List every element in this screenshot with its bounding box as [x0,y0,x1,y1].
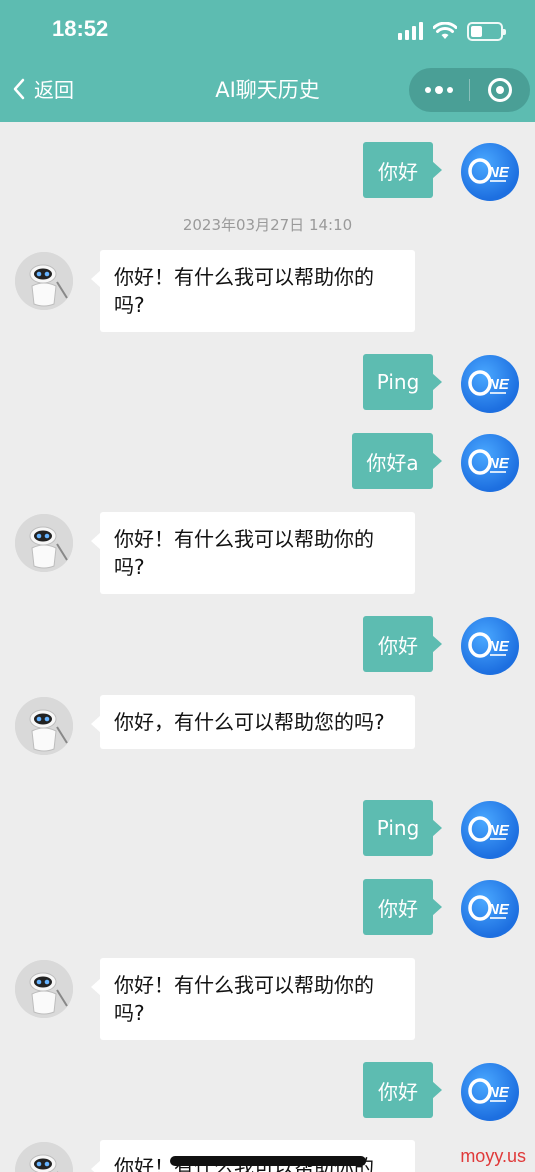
bot-message-bubble[interactable]: 你好！有什么我可以帮助你的吗? [91,512,415,594]
target-circle-icon [488,78,512,102]
signal-icon [398,22,423,40]
one-logo-icon: NE [468,895,510,921]
status-time: 18:52 [52,16,109,41]
user-message-bubble[interactable]: 你好 [363,616,442,672]
battery-icon [467,21,506,41]
back-button[interactable]: 返回 [12,74,74,103]
svg-text:NE: NE [488,638,510,655]
robot-icon [15,514,73,572]
watermark: moyy.us [460,1146,526,1166]
user-message-bubble[interactable]: 你好a [352,433,442,489]
svg-text:NE: NE [488,376,510,393]
user-message-bubble[interactable]: Ping [363,800,442,856]
user-avatar[interactable]: NE [461,143,519,201]
one-logo-icon: NE [468,370,510,396]
one-logo-icon: NE [468,632,510,658]
more-dots-icon [425,86,453,94]
user-avatar[interactable]: NE [461,1063,519,1121]
robot-icon [15,252,73,310]
one-logo-icon: NE [468,1078,510,1104]
message-timestamp: 2023年03月27日 14:10 [182,216,353,234]
robot-icon [15,697,73,755]
bot-avatar[interactable] [15,252,73,310]
svg-text:NE: NE [488,164,510,181]
status-icons [398,18,506,44]
svg-text:NE: NE [488,901,510,918]
back-label: 返回 [34,78,74,102]
chat-history[interactable]: 2023年03月27日 14:10 你好 NE 你好！有什么我可以帮助你的吗? Pin… [0,122,535,1172]
robot-icon [15,1142,73,1172]
bot-avatar[interactable] [15,697,73,755]
user-avatar[interactable]: NE [461,880,519,938]
one-logo-icon: NE [468,449,510,475]
close-miniprogram-button[interactable] [470,68,530,112]
svg-text:NE: NE [488,1084,510,1101]
user-message-bubble[interactable]: 你好 [363,879,442,935]
robot-icon [15,960,73,1018]
bot-message-bubble[interactable]: 你好！有什么我可以帮助你的吗? [91,958,415,1040]
user-avatar[interactable]: NE [461,801,519,859]
user-avatar[interactable]: NE [461,617,519,675]
top-bar: 18:52 AI聊天历史 返回 [0,0,535,122]
chevron-left-icon [13,78,25,99]
svg-text:NE: NE [488,822,510,839]
mini-program-capsule [409,68,530,112]
one-logo-icon: NE [468,158,510,184]
user-message-bubble[interactable]: 你好 [363,142,442,198]
user-message-bubble[interactable]: Ping [363,354,442,410]
bot-message-bubble[interactable]: 你好，有什么可以帮助您的吗? [91,695,415,749]
svg-text:NE: NE [488,455,510,472]
battery-fill [471,25,483,37]
redaction-mark [170,1156,366,1166]
more-button[interactable] [409,68,469,112]
bot-avatar[interactable] [15,1142,73,1172]
bot-avatar[interactable] [15,514,73,572]
one-logo-icon: NE [468,816,510,842]
wifi-icon [433,22,457,39]
user-avatar[interactable]: NE [461,434,519,492]
user-message-bubble[interactable]: 你好 [363,1062,442,1118]
bot-message-bubble[interactable]: 你好！有什么我可以帮助你的吗? [91,250,415,332]
bot-avatar[interactable] [15,960,73,1018]
user-avatar[interactable]: NE [461,355,519,413]
